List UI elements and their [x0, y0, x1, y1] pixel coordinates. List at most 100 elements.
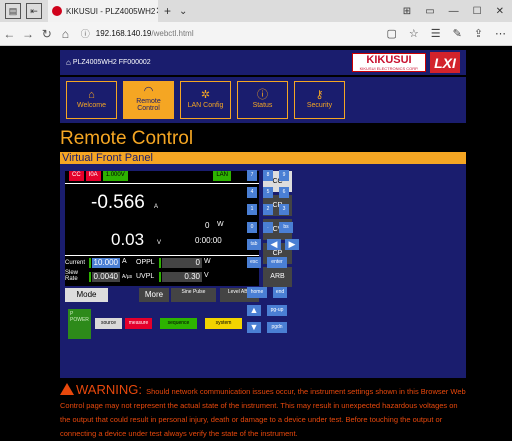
key-tab[interactable]: tab — [247, 239, 261, 250]
favorite-star-icon[interactable]: ☆ — [409, 27, 419, 40]
key-6[interactable]: 6 — [279, 187, 289, 198]
lan-indicator: LAN — [213, 171, 231, 181]
divider — [65, 255, 259, 256]
current-setting-field[interactable]: 10.000 — [92, 258, 120, 268]
current-set-label: Current — [65, 260, 86, 266]
brand-bar: ⌂ PLZ4005WH2 FF000002 KIKUSUI KIKUSUI EL… — [60, 50, 466, 75]
key-backspace[interactable]: bs — [279, 222, 293, 233]
cc-indicator: CC — [69, 171, 84, 181]
maximize-icon[interactable]: ☐ — [473, 6, 482, 17]
home-icon[interactable]: ⌂ — [56, 27, 75, 41]
key-pgdn[interactable]: pgdn — [267, 322, 287, 333]
arrow-left-icon[interactable]: ◀ — [267, 239, 281, 250]
oppl-field[interactable]: 0 — [162, 258, 202, 268]
tab-remote-control-label: Remote Control — [136, 98, 161, 112]
address-bar: ← → ↻ ⌂ ⓘ 192.168.140.19 /webctl.html ▢ … — [0, 22, 512, 46]
arrow-right-icon[interactable]: ▶ — [285, 239, 299, 250]
slew-rate-field[interactable]: 0.0040 — [92, 272, 120, 282]
uvpl-field[interactable]: 0.30 — [162, 272, 202, 282]
key-home[interactable]: home — [247, 287, 267, 298]
kikusui-logo-text: KIKUSUI — [366, 53, 412, 66]
measure-button[interactable]: measure — [125, 318, 152, 329]
sequence-button[interactable]: sequence — [160, 318, 197, 329]
back-icon[interactable]: ← — [0, 27, 19, 41]
new-tab-icon[interactable]: + — [164, 4, 171, 18]
tab-lan-config-label: LAN Config — [187, 101, 224, 109]
key-8[interactable]: 8 — [263, 170, 273, 181]
kikusui-favicon-icon — [52, 6, 62, 16]
close-icon[interactable]: ✕ — [496, 6, 504, 17]
home-icon[interactable]: ⌂ — [66, 58, 71, 67]
key-3[interactable]: 3 — [279, 204, 289, 215]
favorites-list-icon[interactable]: ☰ — [431, 27, 441, 40]
key-5[interactable]: 5 — [263, 187, 273, 198]
source-button[interactable]: source — [95, 318, 122, 329]
browser-tab-bar: ▤ ⇤ KIKUSUI - PLZ4005WH2 ✕ + ⌄ ⊞ ▭ — ☐ ✕ — [0, 0, 512, 22]
model-id: PLZ4005WH2 FF000002 — [72, 59, 151, 66]
browser-tab[interactable]: KIKUSUI - PLZ4005WH2 ✕ — [48, 0, 158, 22]
key-9[interactable]: 9 — [279, 170, 289, 181]
tab-security[interactable]: ⚷ Security — [294, 81, 345, 119]
key-dot[interactable]: . — [263, 222, 273, 233]
key-2[interactable]: 2 — [263, 204, 273, 215]
arb-mode-button[interactable]: ARB — [263, 267, 292, 287]
power-status-box: P POWER — [68, 309, 91, 339]
reading-mode-icon[interactable]: ▢ — [386, 27, 396, 40]
key-0[interactable]: 0 — [247, 222, 257, 233]
power-unit: W — [217, 221, 224, 228]
key-enter[interactable]: enter — [267, 257, 287, 268]
url-field[interactable]: ⓘ 192.168.140.19 /webctl.html — [81, 25, 387, 42]
key-esc[interactable]: esc — [247, 257, 261, 268]
level-bar — [89, 272, 91, 282]
key-end[interactable]: end — [273, 287, 287, 298]
warning-notice: WARNING: Should network communication is… — [60, 383, 470, 441]
tab-lan-config[interactable]: ✲ LAN Config — [180, 81, 231, 119]
arrow-down-icon[interactable]: ▼ — [247, 322, 261, 333]
tab-title: KIKUSUI - PLZ4005WH2 — [66, 6, 156, 16]
key-pgup[interactable]: pg-up — [267, 305, 287, 316]
nav-tabs: ⌂ Welcome ◠ Remote Control ✲ LAN Config … — [60, 77, 466, 123]
tab-status[interactable]: ⓘ Status — [237, 81, 288, 119]
web-page: ⌂ PLZ4005WH2 FF000002 KIKUSUI KIKUSUI EL… — [0, 46, 512, 441]
pen-icon[interactable]: ✎ — [453, 27, 462, 40]
url-path: /webctl.html — [151, 29, 194, 38]
tab-preview-icon[interactable]: ⊞ — [403, 6, 411, 17]
window-controls: ⊞ ▭ — ☐ ✕ — [403, 6, 512, 17]
forward-icon[interactable]: → — [19, 27, 38, 41]
voltage-unit: V — [157, 240, 162, 246]
tab-welcome[interactable]: ⌂ Welcome — [66, 81, 117, 119]
tab-remote-control[interactable]: ◠ Remote Control — [123, 81, 174, 119]
reading-view-icon[interactable]: ▭ — [425, 6, 434, 17]
more-button[interactable]: More — [139, 288, 169, 302]
slew-rate-unit: A/μs — [122, 274, 133, 280]
tab-status-label: Status — [252, 101, 273, 109]
minimize-icon[interactable]: — — [449, 6, 459, 17]
key-4[interactable]: 4 — [247, 187, 257, 198]
tab-actions-icon[interactable]: ▤ — [5, 3, 21, 19]
system-button[interactable]: system — [205, 318, 242, 329]
level-bar — [159, 258, 161, 268]
i0a-indicator: I0A — [85, 171, 101, 181]
close-tab-icon[interactable]: ✕ — [155, 6, 158, 17]
key-1[interactable]: 1 — [247, 204, 257, 215]
toolbar-right: ▢ ☆ ☰ ✎ ⇪ ⋯ — [386, 27, 512, 40]
refresh-icon[interactable]: ↻ — [37, 27, 56, 41]
more-icon[interactable]: ⋯ — [495, 27, 506, 40]
mode-button[interactable]: Mode — [65, 288, 108, 302]
set-aside-tabs-icon[interactable]: ⇤ — [26, 3, 42, 19]
uvpl-label: UVPL — [136, 273, 155, 280]
indicator-row: CC I0A 1.000V LAN — [65, 171, 259, 181]
warning-icon — [60, 383, 74, 395]
panel-title: Virtual Front Panel — [60, 152, 466, 164]
virtual-front-panel: CC I0A 1.000V LAN -0.566 A 0 W 0.03 V 0:… — [60, 164, 466, 378]
voltage-indicator: 1.000V — [102, 171, 128, 181]
oppl-unit: W — [204, 258, 211, 265]
power-readout: 0 — [205, 221, 210, 230]
share-icon[interactable]: ⇪ — [474, 27, 483, 40]
key-7[interactable]: 7 — [247, 170, 257, 181]
sine-pulse-button[interactable]: Sine Pulse — [171, 288, 216, 302]
chevron-down-icon[interactable]: ⌄ — [179, 6, 187, 17]
info-icon[interactable]: ⓘ — [81, 27, 90, 40]
arrow-up-icon[interactable]: ▲ — [247, 305, 261, 316]
tab-welcome-label: Welcome — [76, 101, 107, 109]
